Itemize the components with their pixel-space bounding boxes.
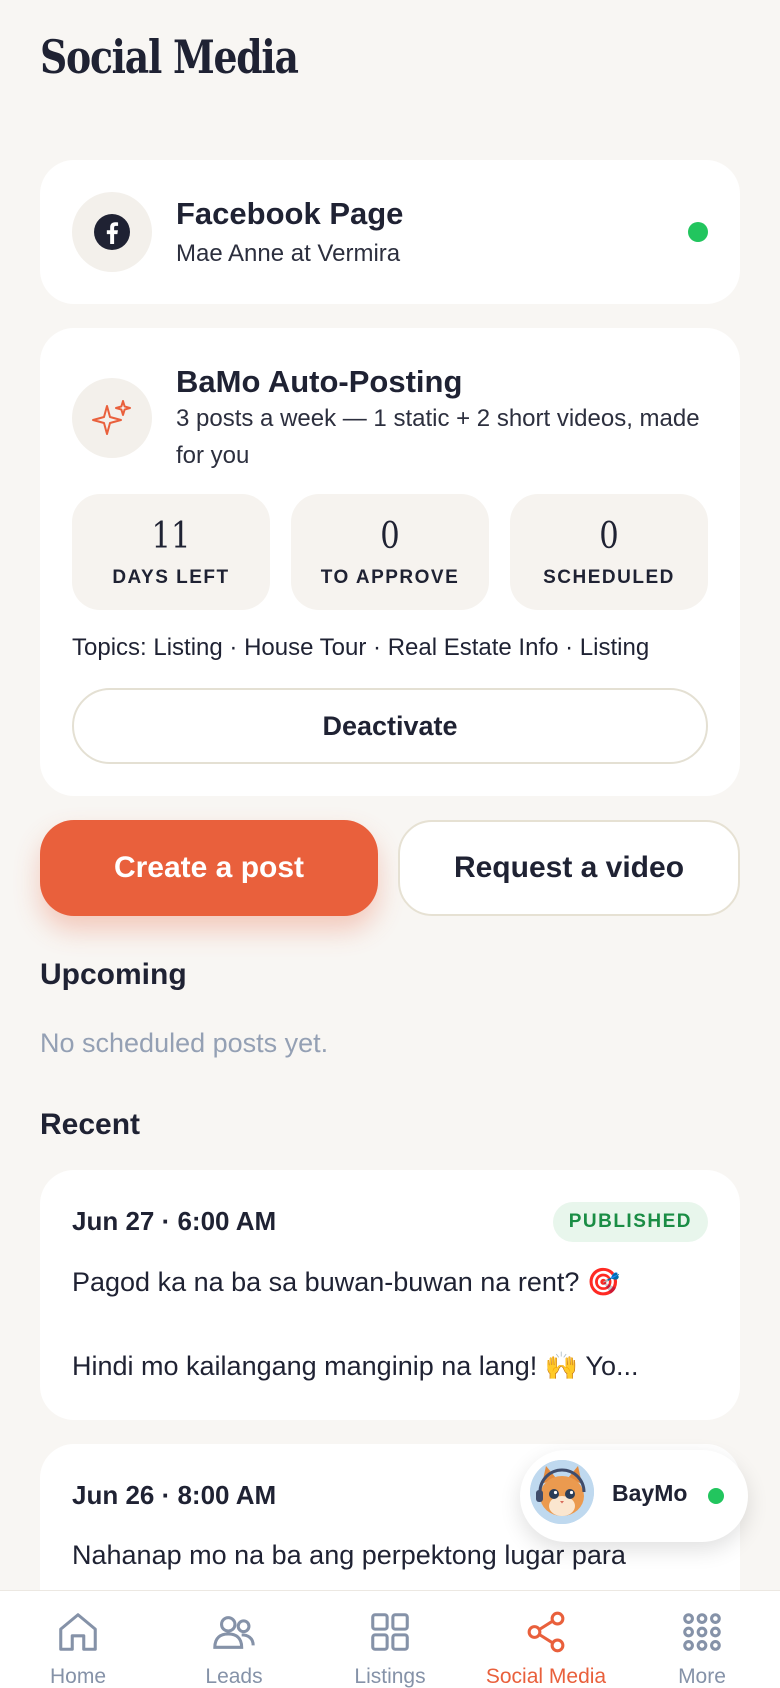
tab-label: More	[678, 1665, 726, 1688]
recent-post-card[interactable]: Jun 27 · 6:00 AM PUBLISHED Pagod ka na b…	[40, 1170, 740, 1420]
post-text-line: Nahanap mo na ba ang perpektong lugar pa…	[72, 1540, 626, 1570]
stat-scheduled: 0 SCHEDULED	[510, 494, 708, 610]
assistant-name: BayMo	[612, 1480, 688, 1506]
tab-label: Listings	[354, 1665, 426, 1688]
request-video-button[interactable]: Request a video	[398, 820, 740, 916]
bottom-tab-bar: Home Leads Listings Social Media More	[0, 1590, 780, 1688]
page-title: Social Media	[40, 30, 299, 84]
deactivate-button[interactable]: Deactivate	[72, 688, 708, 764]
auto-posting-description: 3 posts a week — 1 static + 2 short vide…	[176, 405, 700, 469]
tab-label: Social Media	[485, 1665, 607, 1688]
status-badge: PUBLISHED	[552, 1202, 708, 1242]
auto-posting-title: BaMo Auto-Posting	[176, 364, 463, 399]
post-date: Jun 26 · 8:00 AM	[72, 1480, 277, 1510]
stat-value: 0	[380, 516, 400, 557]
post-text-line: Pagod ka na ba sa buwan-buwan na rent? 🎯	[72, 1267, 621, 1297]
tab-label: Home	[49, 1665, 107, 1688]
stat-value: 11	[151, 516, 191, 557]
create-post-button[interactable]: Create a post	[40, 820, 378, 916]
facebook-page-name: Mae Anne at Vermira	[176, 240, 401, 267]
share-icon	[527, 1611, 565, 1653]
upcoming-empty-text: No scheduled posts yet.	[40, 1028, 329, 1058]
tab-listings[interactable]: Listings	[312, 1609, 468, 1688]
stat-label: SCHEDULED	[543, 567, 675, 588]
sparkles-icon	[72, 378, 152, 458]
facebook-card-title: Facebook Page	[176, 196, 404, 231]
online-status-dot	[708, 1488, 724, 1504]
facebook-icon	[72, 192, 152, 272]
stat-value: 0	[599, 516, 619, 557]
tab-social-media[interactable]: Social Media	[468, 1609, 624, 1688]
avatar	[530, 1460, 594, 1524]
post-date: Jun 27 · 6:00 AM	[72, 1206, 277, 1236]
topics-list: Topics: Listing · House Tour · Real Esta…	[72, 634, 650, 661]
recent-heading: Recent	[40, 1108, 141, 1141]
upcoming-heading: Upcoming	[40, 958, 187, 991]
grid-icon	[371, 1613, 409, 1651]
stat-days-left: 11 DAYS LEFT	[72, 494, 270, 610]
auto-posting-card: BaMo Auto-Posting 3 posts a week — 1 sta…	[40, 328, 740, 796]
users-icon	[213, 1616, 255, 1649]
baymo-assistant-button[interactable]: BayMo	[520, 1450, 748, 1542]
social-media-screen: Social Media Facebook Page Mae Anne at V…	[0, 0, 780, 1688]
connected-status-dot	[688, 222, 708, 242]
stat-label: DAYS LEFT	[112, 567, 230, 588]
post-text-line: Hindi mo kailangang manginip na lang! 🙌 …	[72, 1351, 639, 1381]
tab-more[interactable]: More	[624, 1609, 780, 1688]
facebook-page-card[interactable]: Facebook Page Mae Anne at Vermira	[40, 160, 740, 304]
tab-home[interactable]: Home	[0, 1609, 156, 1688]
tab-leads[interactable]: Leads	[156, 1609, 312, 1688]
dots-grid-icon	[683, 1613, 721, 1651]
home-icon	[59, 1613, 97, 1651]
stat-label: TO APPROVE	[320, 567, 460, 588]
tab-label: Leads	[205, 1665, 263, 1688]
stat-to-approve: 0 TO APPROVE	[291, 494, 489, 610]
